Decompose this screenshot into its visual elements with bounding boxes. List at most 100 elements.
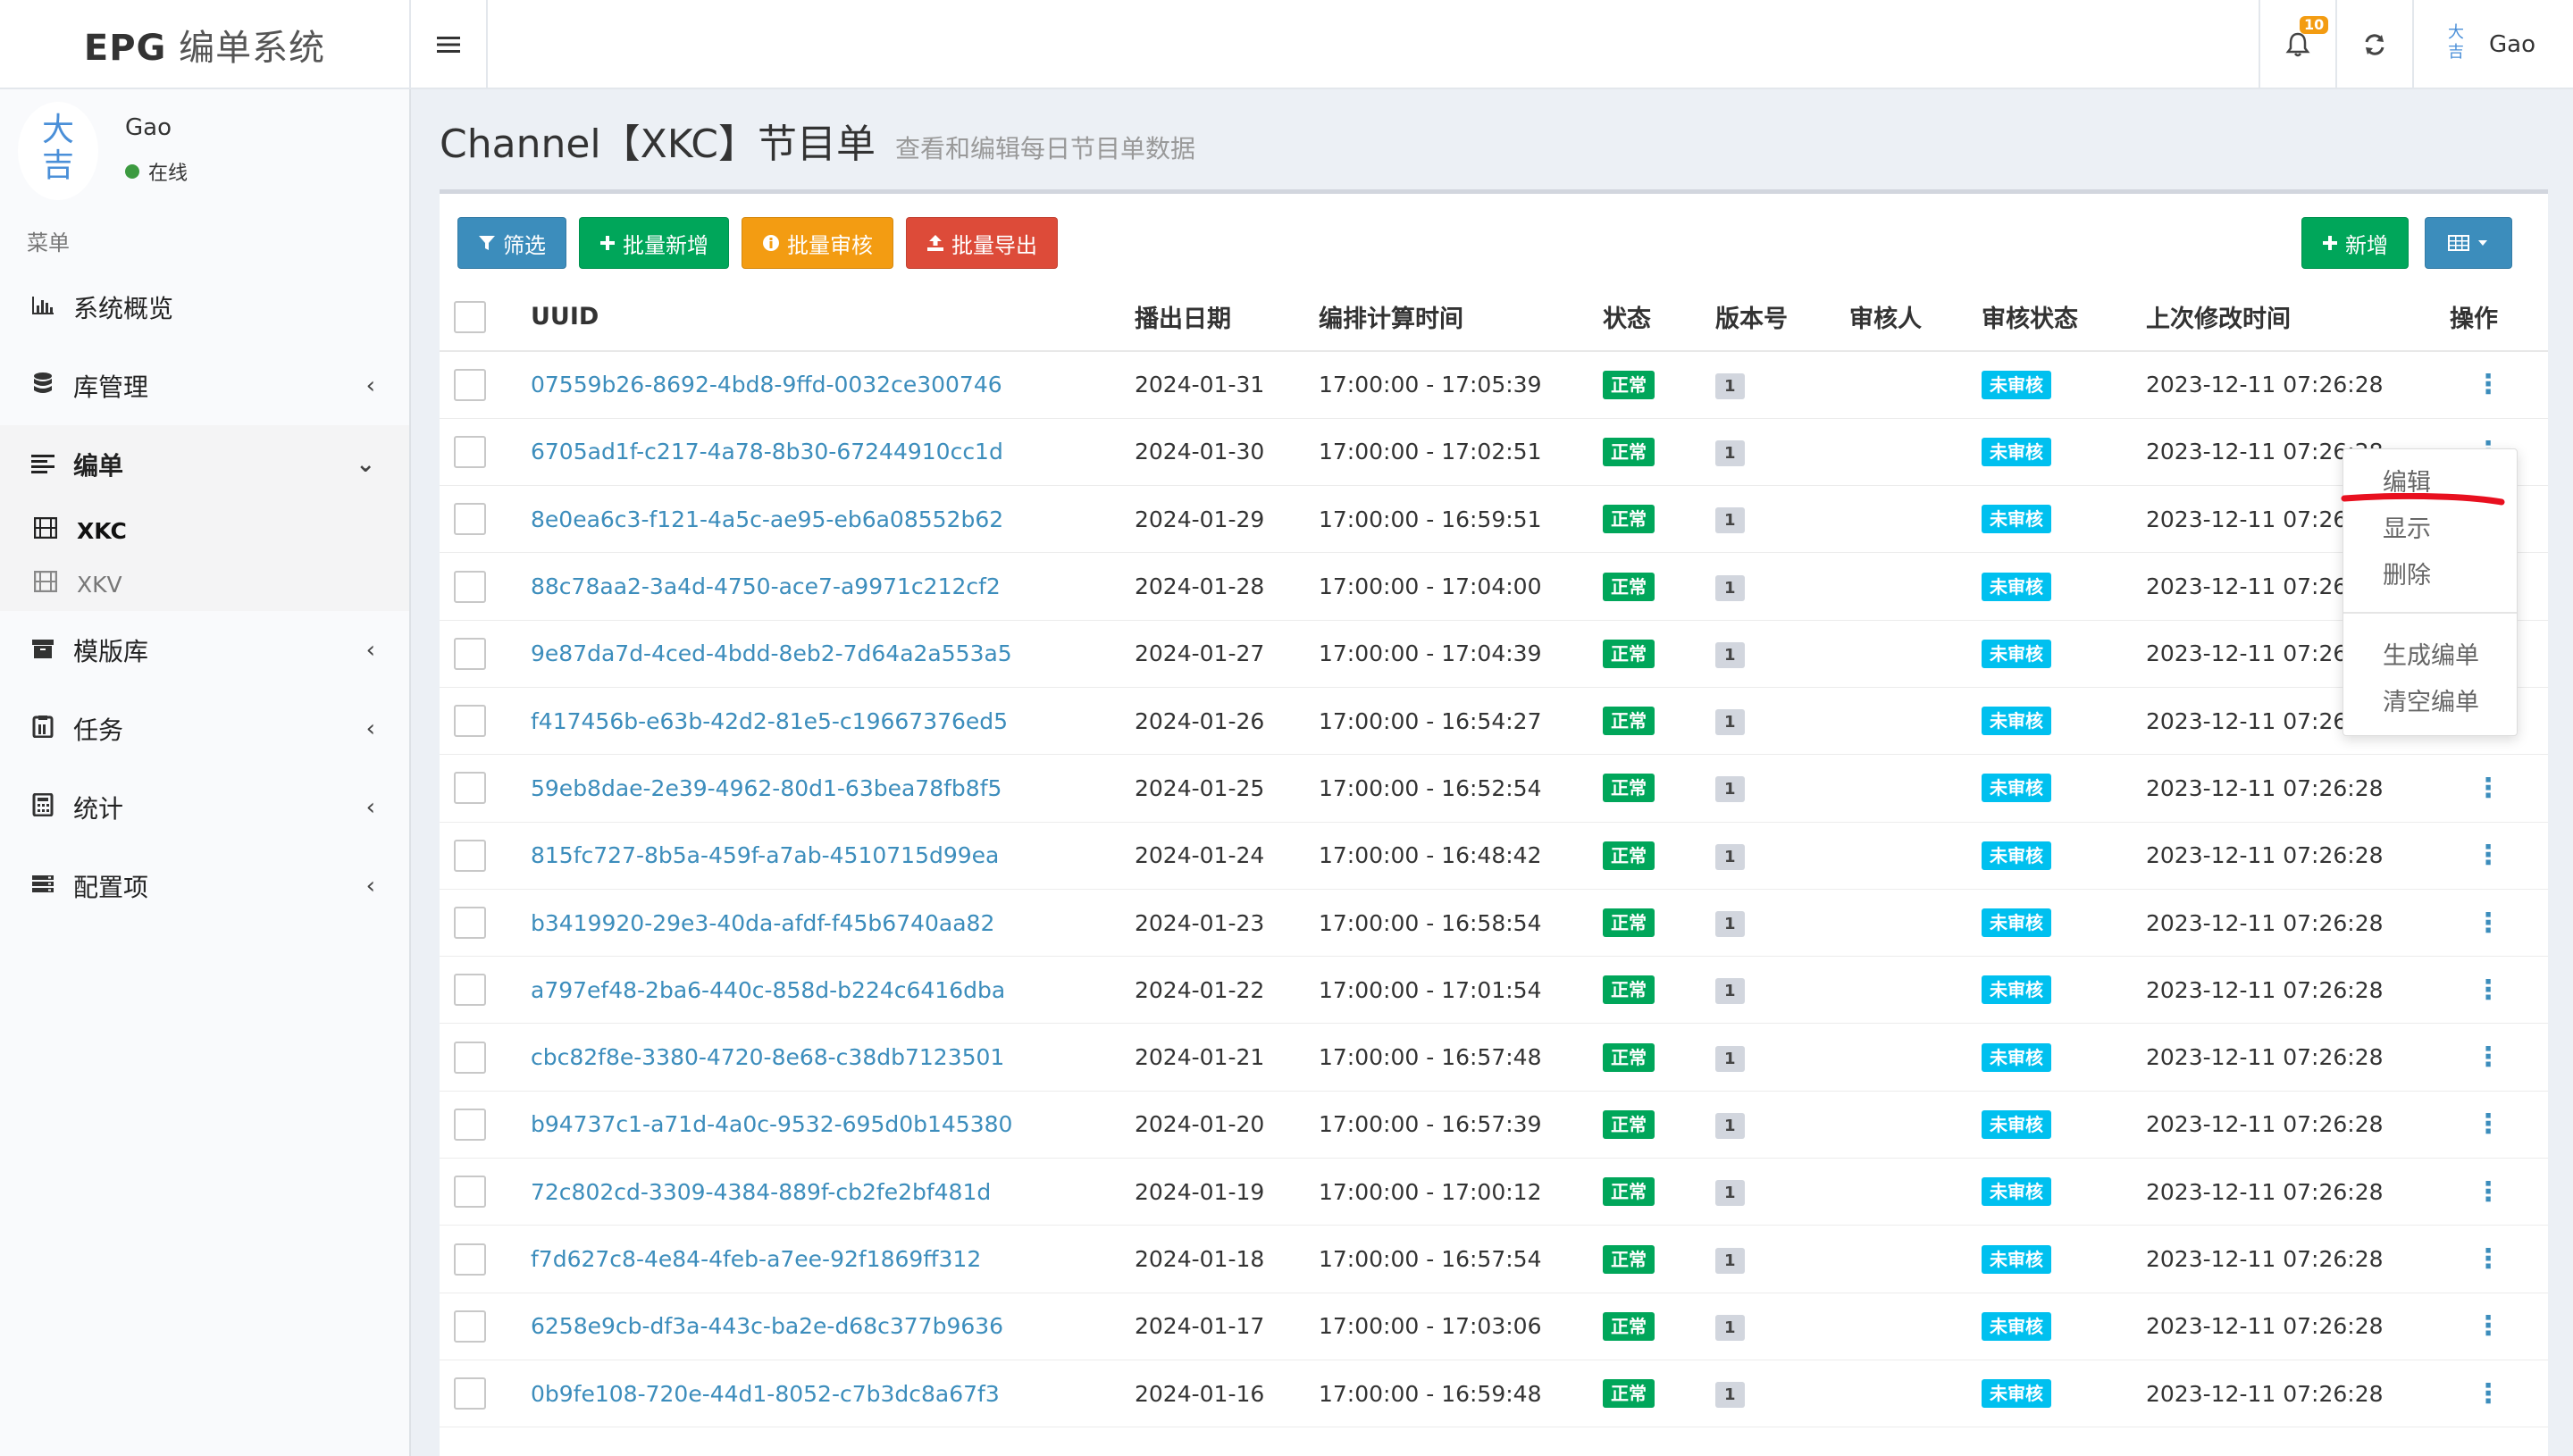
sidebar-subitem-xkc[interactable]: XKC xyxy=(0,504,409,557)
state-cell: 正常 xyxy=(1603,620,1715,688)
column-header-time[interactable]: 编排计算时间 xyxy=(1319,283,1603,352)
uuid-link[interactable]: 72c802cd-3309-4384-889f-cb2fe2bf481d xyxy=(531,1179,991,1205)
select-all-checkbox[interactable] xyxy=(454,300,486,333)
row-checkbox[interactable] xyxy=(454,1377,486,1410)
uuid-link[interactable]: 6705ad1f-c217-4a78-8b30-67244910cc1d xyxy=(531,439,1003,464)
uuid-link[interactable]: 9e87da7d-4ced-4bdd-8eb2-7d64a2a553a5 xyxy=(531,640,1012,666)
column-header-version[interactable]: 版本号 xyxy=(1715,283,1849,352)
column-header-date[interactable]: 播出日期 xyxy=(1135,283,1319,352)
dropdown-show[interactable]: 显示 xyxy=(2343,503,2517,549)
reviewer-cell xyxy=(1849,1293,1982,1360)
column-header-review-status[interactable]: 审核状态 xyxy=(1982,283,2146,352)
column-header-modified[interactable]: 上次修改时间 xyxy=(2146,283,2450,352)
sidebar-item-templates[interactable]: 模版库 ‹ xyxy=(0,611,409,690)
dropdown-clear[interactable]: 清空编单 xyxy=(2343,676,2517,723)
reviewer-cell xyxy=(1849,687,1982,756)
row-checkbox[interactable] xyxy=(454,570,486,603)
sidebar: 大吉 Gao 在线 菜单 系统概览 库管理 ‹ 编单 ⌄ XKC XKV 模版库… xyxy=(0,89,411,1456)
uuid-link[interactable]: 6258e9cb-df3a-443c-ba2e-d68c377b9636 xyxy=(531,1313,1003,1339)
row-checkbox[interactable] xyxy=(454,1041,486,1074)
more-vertical-icon[interactable]: ⋮ xyxy=(2450,1310,2502,1342)
more-vertical-icon[interactable]: ⋮ xyxy=(2450,773,2502,804)
version-cell: 1 xyxy=(1715,1293,1849,1360)
uuid-link[interactable]: a797ef48-2ba6-440c-858d-b224c6416dba xyxy=(531,977,1005,1003)
sidebar-toggle-button[interactable] xyxy=(411,0,488,89)
row-checkbox[interactable] xyxy=(454,839,486,872)
row-checkbox[interactable] xyxy=(454,974,486,1007)
uuid-cell: 6258e9cb-df3a-443c-ba2e-d68c377b9636 xyxy=(531,1293,1135,1360)
page-title: Channel【XKC】节目单 xyxy=(440,121,876,167)
row-checkbox[interactable] xyxy=(454,503,486,536)
more-vertical-icon[interactable]: ⋮ xyxy=(2450,975,2502,1006)
column-header-state[interactable]: 状态 xyxy=(1603,283,1715,352)
time-cell: 17:00:00 - 17:02:51 xyxy=(1319,418,1603,487)
row-select-cell xyxy=(440,1293,531,1360)
row-checkbox[interactable] xyxy=(454,1108,486,1141)
sidebar-subitem-xkv[interactable]: XKV xyxy=(0,557,409,611)
more-vertical-icon[interactable]: ⋮ xyxy=(2450,908,2502,939)
batch-export-button[interactable]: 批量导出 xyxy=(906,217,1058,269)
time-cell: 17:00:00 - 16:59:48 xyxy=(1319,1360,1603,1428)
more-vertical-icon[interactable]: ⋮ xyxy=(2450,369,2502,400)
column-header-reviewer[interactable]: 审核人 xyxy=(1849,283,1982,352)
uuid-link[interactable]: 815fc727-8b5a-459f-a7ab-4510715d99ea xyxy=(531,842,999,868)
logo[interactable]: EPG 编单系统 xyxy=(0,0,411,89)
more-vertical-icon[interactable]: ⋮ xyxy=(2450,1243,2502,1275)
dropdown-delete[interactable]: 删除 xyxy=(2343,549,2517,596)
uuid-link[interactable]: f417456b-e63b-42d2-81e5-c19667376ed5 xyxy=(531,708,1008,734)
uuid-link[interactable]: b94737c1-a71d-4a0c-9532-695d0b145380 xyxy=(531,1111,1012,1137)
uuid-link[interactable]: 07559b26-8692-4bd8-9ffd-0032ce300746 xyxy=(531,372,1002,397)
table-row: b3419920-29e3-40da-afdf-f45b6740aa82 2024… xyxy=(440,889,2548,958)
uuid-link[interactable]: 0b9fe108-720e-44d1-8052-c7b3dc8a67f3 xyxy=(531,1381,1000,1407)
column-header-uuid[interactable]: UUID xyxy=(531,283,1135,352)
sidebar-item-schedule[interactable]: 编单 ⌄ xyxy=(0,425,409,504)
sidebar-item-tasks[interactable]: 任务 ‹ xyxy=(0,690,409,768)
row-checkbox[interactable] xyxy=(454,435,486,468)
row-select-cell xyxy=(440,889,531,958)
sidebar-item-library[interactable]: 库管理 ‹ xyxy=(0,347,409,425)
row-checkbox[interactable] xyxy=(454,1310,486,1343)
version-badge: 1 xyxy=(1715,641,1745,668)
actions-cell: ⋮ xyxy=(2450,1293,2548,1360)
columns-toggle-button[interactable] xyxy=(2425,217,2512,269)
sidebar-item-overview[interactable]: 系统概览 xyxy=(0,268,409,347)
more-vertical-icon[interactable]: ⋮ xyxy=(2450,1176,2502,1208)
more-vertical-icon[interactable]: ⋮ xyxy=(2450,1109,2502,1140)
uuid-link[interactable]: 88c78aa2-3a4d-4750-ace7-a9971c212cf2 xyxy=(531,573,1001,599)
filter-button[interactable]: 筛选 xyxy=(457,217,566,269)
sidebar-item-statistics[interactable]: 统计 ‹ xyxy=(0,768,409,847)
row-checkbox[interactable] xyxy=(454,1243,486,1276)
dropdown-generate[interactable]: 生成编单 xyxy=(2343,630,2517,676)
sidebar-item-config[interactable]: 配置项 ‹ xyxy=(0,847,409,925)
row-checkbox[interactable] xyxy=(454,368,486,401)
row-checkbox[interactable] xyxy=(454,907,486,940)
batch-add-button[interactable]: 批量新增 xyxy=(579,217,729,269)
batch-review-label: 批量审核 xyxy=(787,232,873,258)
state-badge: 正常 xyxy=(1603,1109,1655,1139)
uuid-link[interactable]: 8e0ea6c3-f121-4a5c-ae95-eb6a08552b62 xyxy=(531,506,1003,532)
table-row: a797ef48-2ba6-440c-858d-b224c6416dba 2024… xyxy=(440,956,2548,1025)
uuid-link[interactable]: f7d627c8-4e84-4feb-a7ee-92f1869ff312 xyxy=(531,1246,981,1272)
refresh-button[interactable] xyxy=(2335,0,2412,89)
more-vertical-icon[interactable]: ⋮ xyxy=(2450,1042,2502,1073)
row-checkbox[interactable] xyxy=(454,1176,486,1209)
content-header: Channel【XKC】节目单 查看和编辑每日节目单数据 xyxy=(440,112,1195,169)
row-checkbox[interactable] xyxy=(454,772,486,805)
batch-review-button[interactable]: 批量审核 xyxy=(742,217,893,269)
table-row: 72c802cd-3309-4384-889f-cb2fe2bf481d 2024… xyxy=(440,1158,2548,1226)
uuid-link[interactable]: cbc82f8e-3380-4720-8e68-c38db7123501 xyxy=(531,1044,1004,1070)
more-vertical-icon[interactable]: ⋮ xyxy=(2450,1378,2502,1410)
version-badge: 1 xyxy=(1715,1314,1745,1341)
more-vertical-icon[interactable]: ⋮ xyxy=(2450,840,2502,871)
add-button[interactable]: 新增 xyxy=(2301,217,2409,269)
user-menu[interactable]: 大吉 Gao xyxy=(2412,0,2573,89)
notifications-button[interactable]: 10 xyxy=(2259,0,2335,89)
row-checkbox[interactable] xyxy=(454,705,486,738)
row-checkbox[interactable] xyxy=(454,637,486,670)
state-badge: 正常 xyxy=(1603,1379,1655,1409)
actions-cell: ⋮ xyxy=(2450,956,2548,1025)
time-cell: 17:00:00 - 16:52:54 xyxy=(1319,754,1603,823)
date-cell: 2024-01-28 xyxy=(1135,552,1319,621)
uuid-link[interactable]: 59eb8dae-2e39-4962-80d1-63bea78fb8f5 xyxy=(531,775,1002,801)
uuid-link[interactable]: b3419920-29e3-40da-afdf-f45b6740aa82 xyxy=(531,910,994,936)
